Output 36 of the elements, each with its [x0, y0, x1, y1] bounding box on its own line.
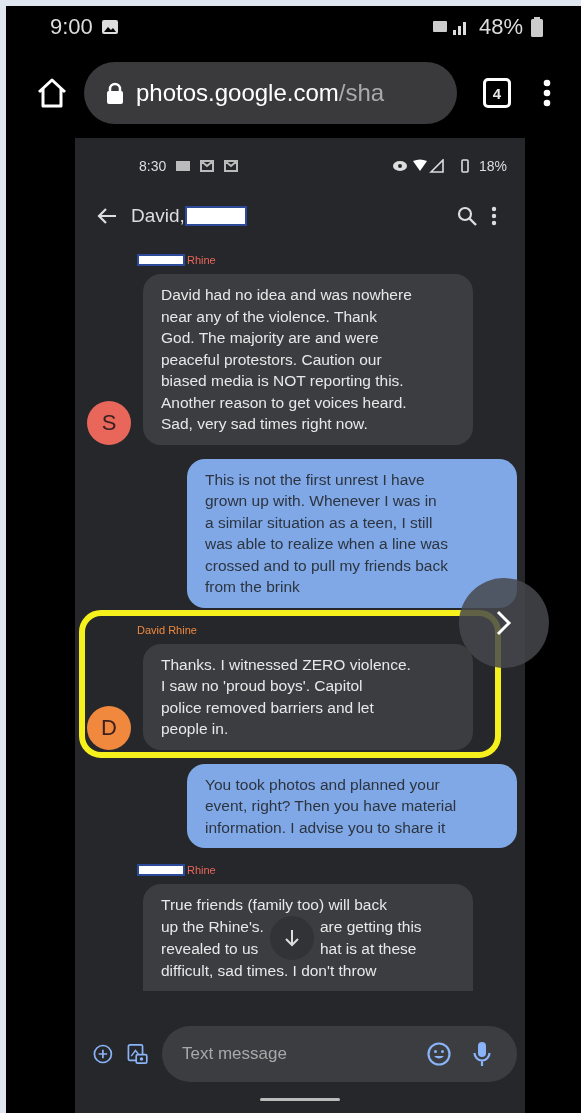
chevron-right-icon [496, 610, 512, 636]
message-input-field[interactable]: Text message [180, 1043, 405, 1065]
battery-icon [460, 159, 469, 173]
status-time: 8:30 [139, 158, 167, 174]
arrow-down-icon [284, 928, 299, 947]
image-icon [100, 19, 119, 35]
sender-name: Rhine [187, 864, 216, 876]
message-bubble: This is not the first unrest I have grown up with. Whenever I was in a similar situation as a teen, I still was able to realize when a line was crossed and to pull my friends back from the brink [187, 458, 517, 608]
status-time: 9:00 [50, 14, 93, 40]
more-icon[interactable] [491, 206, 497, 226]
mail-icon [224, 160, 239, 172]
mail-icon [200, 160, 215, 172]
battery-percent: 18% [478, 158, 507, 174]
sender-name: David Rhine [137, 623, 197, 636]
message-text: are getting this hat is at these [319, 917, 422, 959]
tab-count-button[interactable]: 4 [483, 78, 511, 108]
emoji-icon[interactable] [427, 1042, 451, 1066]
home-icon[interactable] [36, 78, 68, 108]
search-icon[interactable] [457, 206, 477, 226]
microphone-icon[interactable] [473, 1041, 491, 1067]
back-arrow-icon[interactable] [97, 207, 117, 225]
url-text: photos.google.com/sha [136, 79, 385, 107]
message-text: True friends (family too) will back [161, 895, 388, 915]
avatar: S [87, 400, 131, 445]
message-bubble: You took photos and planned your event, right? Then you have material information. I advise you to share it [187, 763, 517, 848]
battery-percent: 48% [478, 14, 523, 40]
menu-icon[interactable] [543, 79, 551, 107]
lock-icon [106, 82, 124, 104]
message-text: difficult, sad times. I don't throw [161, 960, 378, 981]
message-bubble: David had no idea and was nowhere near any of the violence. Thank God. The majority are and were peaceful protestors. Caution our biased media is NOT reporting this. Another reason to get voices heard. Sad, very sad times right now. [143, 274, 473, 445]
conversation-title: David, [131, 205, 185, 227]
message-bubble: Thanks. I witnessed ZERO violence. I saw no 'proud boys'. Capitol police removed barriers and let people in. [143, 643, 473, 750]
sender-name: Rhine [187, 254, 216, 266]
avatar: D [87, 705, 131, 750]
battery-icon [531, 17, 543, 37]
address-bar[interactable]: photos.google.com/sha [84, 62, 457, 124]
